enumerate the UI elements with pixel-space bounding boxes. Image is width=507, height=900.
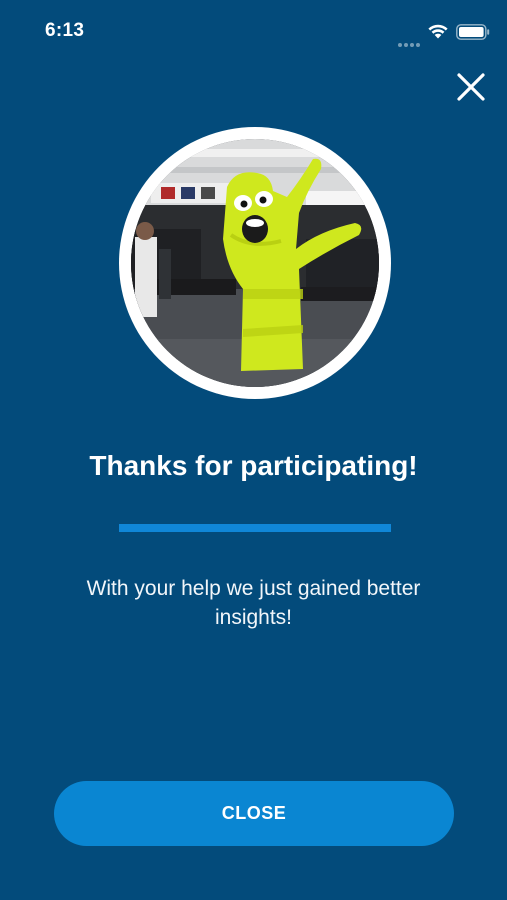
- battery-icon: [456, 24, 490, 40]
- close-icon[interactable]: [454, 70, 488, 104]
- title-divider: [119, 524, 391, 532]
- page-title: Thanks for participating!: [89, 450, 418, 481]
- wifi-icon: [428, 24, 448, 39]
- celebration-image-frame: [119, 127, 391, 399]
- status-bar: 6:13: [0, 0, 507, 60]
- thank-you-message: With your help we just gained better ins…: [86, 577, 421, 629]
- close-button[interactable]: CLOSE: [54, 781, 454, 846]
- celebration-image: [131, 139, 379, 387]
- cellular-signal-icon: [398, 34, 422, 52]
- status-time: 6:13: [45, 20, 85, 41]
